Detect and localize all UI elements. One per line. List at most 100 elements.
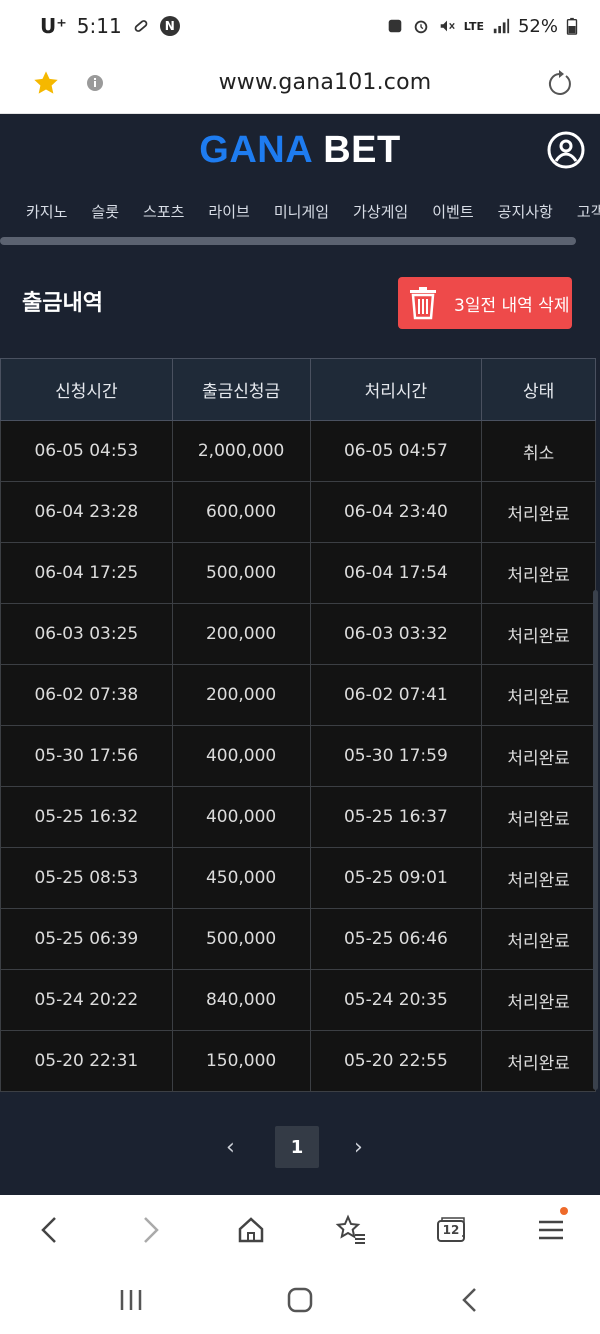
table-row: 06-05 04:53 2,000,000 06-05 04:57 취소 bbox=[0, 420, 596, 482]
pagination: ‹ 1 › bbox=[0, 1095, 600, 1195]
cell-request-time: 05-24 20:22 bbox=[0, 969, 173, 1031]
nav-scrollbar[interactable] bbox=[0, 237, 576, 245]
table-row: 05-20 22:31 150,000 05-20 22:55 처리완료 bbox=[0, 1030, 596, 1092]
notification-dot bbox=[560, 1207, 568, 1215]
nav-casino[interactable]: 카지노 bbox=[26, 201, 67, 222]
nav-slot[interactable]: 슬롯 bbox=[91, 201, 119, 222]
cell-amount: 2,000,000 bbox=[171, 420, 311, 482]
table-row: 05-25 06:39 500,000 05-25 06:46 처리완료 bbox=[0, 908, 596, 970]
cell-amount: 200,000 bbox=[171, 603, 311, 665]
delete-old-history-button[interactable]: 3일전 내역 삭제 bbox=[398, 277, 572, 329]
cell-processed-time: 06-04 23:40 bbox=[309, 481, 483, 543]
cell-status: 취소 bbox=[481, 420, 596, 482]
col-request-time: 신청시간 bbox=[0, 358, 173, 421]
cell-status: 처리완료 bbox=[481, 542, 596, 604]
cell-processed-time: 05-25 16:37 bbox=[309, 786, 483, 848]
cell-request-time: 06-04 23:28 bbox=[0, 481, 173, 543]
site-logo[interactable]: GANA BET bbox=[199, 129, 400, 172]
star-icon[interactable] bbox=[32, 69, 60, 97]
cell-status: 처리완료 bbox=[481, 603, 596, 665]
hamburger-menu-icon bbox=[539, 1220, 563, 1240]
cell-amount: 200,000 bbox=[171, 664, 311, 726]
table-row: 06-03 03:25 200,000 06-03 03:32 처리완료 bbox=[0, 603, 596, 665]
browser-toolbar: 12 bbox=[0, 1195, 600, 1265]
table-row: 05-25 08:53 450,000 05-25 09:01 처리완료 bbox=[0, 847, 596, 909]
menu-button[interactable] bbox=[534, 1207, 568, 1247]
cell-amount: 600,000 bbox=[171, 481, 311, 543]
table-row: 05-30 17:56 400,000 05-30 17:59 처리완료 bbox=[0, 725, 596, 787]
home-button[interactable] bbox=[234, 1213, 268, 1247]
col-amount: 출금신청금 bbox=[171, 358, 311, 421]
cell-processed-time: 05-30 17:59 bbox=[309, 725, 483, 787]
android-nav-bar bbox=[0, 1265, 600, 1334]
cell-processed-time: 05-25 06:46 bbox=[309, 908, 483, 970]
url-text[interactable]: www.gana101.com bbox=[106, 70, 544, 95]
cell-amount: 500,000 bbox=[171, 908, 311, 970]
nav-virtual-game[interactable]: 가상게임 bbox=[353, 201, 408, 222]
main-nav: 카지노 슬롯 스포츠 라이브 미니게임 가상게임 이벤트 공지사항 고객센터 bbox=[0, 186, 600, 236]
col-status: 상태 bbox=[481, 358, 596, 421]
nav-sports[interactable]: 스포츠 bbox=[143, 201, 184, 222]
cell-processed-time: 06-05 04:57 bbox=[309, 420, 483, 482]
status-bar: U⁺ 5:11 N LTE 52% bbox=[0, 0, 600, 52]
next-page-button[interactable]: › bbox=[354, 1135, 363, 1160]
cell-request-time: 05-20 22:31 bbox=[0, 1030, 173, 1092]
mute-icon bbox=[440, 20, 455, 32]
nav-notice[interactable]: 공지사항 bbox=[498, 201, 553, 222]
chevron-right-icon bbox=[144, 1217, 159, 1243]
signal-icon bbox=[493, 18, 510, 34]
withdrawal-table: 신청시간 출금신청금 처리시간 상태 06-05 04:53 2,000,000 0… bbox=[0, 358, 596, 1092]
recent-apps-icon[interactable] bbox=[116, 1285, 146, 1315]
cell-request-time: 06-03 03:25 bbox=[0, 603, 173, 665]
cell-request-time: 05-25 08:53 bbox=[0, 847, 173, 909]
cell-status: 처리완료 bbox=[481, 969, 596, 1031]
cell-request-time: 06-05 04:53 bbox=[0, 420, 173, 482]
battery-icon bbox=[566, 17, 578, 35]
table-row: 05-25 16:32 400,000 05-25 16:37 처리완료 bbox=[0, 786, 596, 848]
cell-status: 처리완료 bbox=[481, 908, 596, 970]
naver-icon: N bbox=[159, 16, 180, 36]
page-title: 출금내역 bbox=[22, 291, 103, 316]
bookmark-star-icon bbox=[335, 1214, 365, 1244]
nav-minigame[interactable]: 미니게임 bbox=[274, 201, 329, 222]
bookmarks-button[interactable] bbox=[334, 1213, 368, 1247]
tabs-button[interactable]: 12 bbox=[434, 1213, 468, 1247]
page-1-button[interactable]: 1 bbox=[275, 1126, 319, 1168]
network-type: LTE bbox=[463, 19, 484, 33]
cell-status: 처리완료 bbox=[481, 1030, 596, 1092]
gallery-icon bbox=[388, 19, 402, 33]
back-button[interactable] bbox=[32, 1213, 66, 1247]
cell-amount: 400,000 bbox=[171, 725, 311, 787]
carrier-label: U⁺ bbox=[40, 14, 67, 38]
nav-support[interactable]: 고객센터 bbox=[577, 201, 600, 222]
home-icon bbox=[238, 1217, 264, 1243]
site-header: GANA BET bbox=[0, 114, 600, 186]
cell-request-time: 05-25 16:32 bbox=[0, 786, 173, 848]
delete-button-label: 3일전 내역 삭제 bbox=[454, 295, 570, 316]
cell-processed-time: 05-25 09:01 bbox=[309, 847, 483, 909]
table-header-row: 신청시간 출금신청금 처리시간 상태 bbox=[0, 358, 596, 421]
reload-icon[interactable] bbox=[544, 68, 574, 98]
back-nav-icon[interactable] bbox=[455, 1285, 485, 1315]
cell-amount: 400,000 bbox=[171, 786, 311, 848]
cell-processed-time: 05-24 20:35 bbox=[309, 969, 483, 1031]
user-profile-icon[interactable] bbox=[546, 130, 586, 170]
page-scrollbar[interactable] bbox=[593, 590, 598, 1090]
table-row: 05-24 20:22 840,000 05-24 20:35 처리완료 bbox=[0, 969, 596, 1031]
pill-icon bbox=[134, 20, 148, 32]
cell-processed-time: 06-02 07:41 bbox=[309, 664, 483, 726]
forward-button[interactable] bbox=[134, 1213, 168, 1247]
tab-count: 12 bbox=[442, 1223, 460, 1237]
cell-processed-time: 06-04 17:54 bbox=[309, 542, 483, 604]
prev-page-button[interactable]: ‹ bbox=[226, 1135, 235, 1160]
nav-live[interactable]: 라이브 bbox=[208, 201, 249, 222]
battery-percent: 52% bbox=[517, 15, 558, 37]
info-icon[interactable] bbox=[84, 72, 106, 94]
chevron-left-icon bbox=[41, 1217, 56, 1243]
home-nav-icon[interactable] bbox=[285, 1285, 315, 1315]
cell-status: 처리완료 bbox=[481, 847, 596, 909]
nav-event[interactable]: 이벤트 bbox=[432, 201, 473, 222]
cell-request-time: 06-04 17:25 bbox=[0, 542, 173, 604]
withdrawal-section-header: 출금내역 3일전 내역 삭제 bbox=[0, 245, 600, 358]
cell-processed-time: 06-03 03:32 bbox=[309, 603, 483, 665]
